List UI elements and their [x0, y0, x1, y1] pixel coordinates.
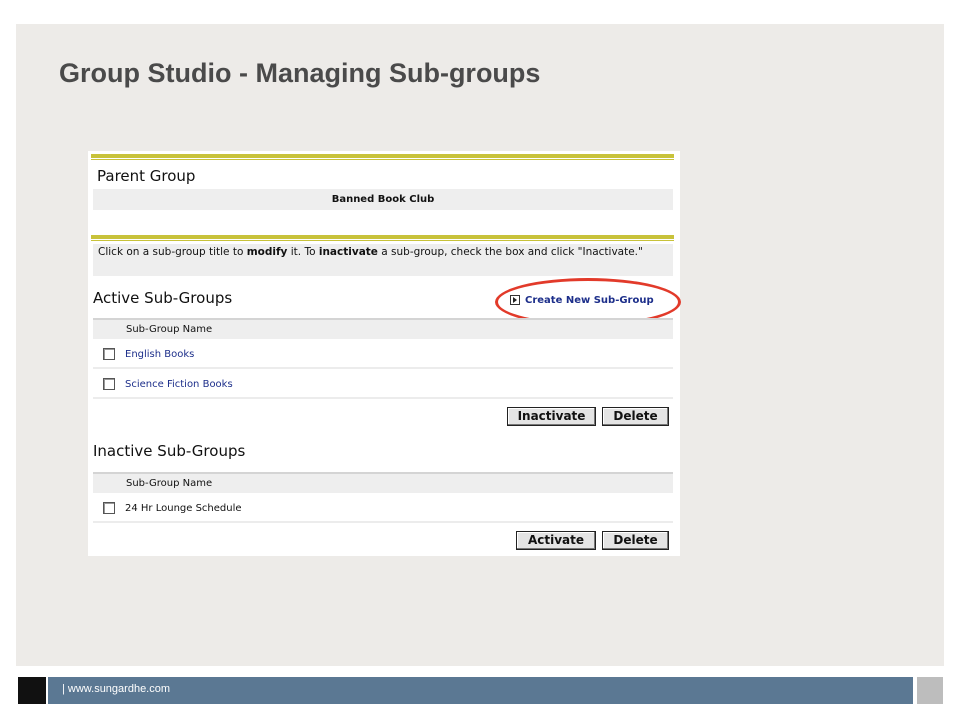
footer-block-right — [917, 677, 943, 704]
parent-group-label: Parent Group — [97, 167, 196, 185]
instructions-text-3: a sub-group, check the box and click "In… — [377, 246, 643, 258]
instructions-inactivate: inactivate — [318, 246, 378, 258]
top-rule — [91, 154, 674, 158]
active-subgroups-heading: Active Sub-Groups — [93, 289, 233, 307]
row-checkbox[interactable] — [103, 378, 115, 390]
inactivate-button[interactable]: Inactivate — [507, 407, 596, 426]
row-checkbox[interactable] — [103, 502, 115, 514]
top-rule-thin — [91, 159, 674, 160]
instructions: Click on a sub-group title to modify it.… — [93, 244, 673, 276]
subgroup-name: 24 Hr Lounge Schedule — [125, 502, 242, 514]
instructions-text-2: it. To — [287, 246, 319, 258]
inactive-column-header: Sub-Group Name — [93, 472, 673, 493]
slide-title: Group Studio - Managing Sub-groups — [59, 58, 541, 88]
create-new-subgroup-label: Create New Sub-Group — [525, 294, 654, 306]
subgroup-link[interactable]: English Books — [125, 349, 194, 360]
delete-active-button[interactable]: Delete — [602, 407, 669, 426]
subgroup-link[interactable]: Science Fiction Books — [125, 379, 233, 390]
instructions-text-1: Click on a sub-group title to — [98, 246, 247, 258]
activate-button[interactable]: Activate — [516, 531, 596, 550]
footer-url: | www.sungardhe.com — [62, 683, 171, 695]
active-column-header: Sub-Group Name — [93, 318, 673, 339]
footer-bar — [48, 677, 913, 704]
create-new-subgroup-link[interactable]: Create New Sub-Group — [510, 293, 654, 307]
middle-rule — [91, 235, 674, 239]
inactive-subgroups-heading: Inactive Sub-Groups — [93, 442, 246, 460]
delete-inactive-button[interactable]: Delete — [602, 531, 669, 550]
row-checkbox[interactable] — [103, 348, 115, 360]
parent-group-name: Banned Book Club — [93, 189, 673, 210]
instructions-modify: modify — [246, 246, 288, 258]
sub-groups-panel: Parent Group Banned Book Club Click on a… — [88, 151, 681, 556]
table-row: Science Fiction Books — [93, 371, 673, 399]
table-row: English Books — [93, 341, 673, 369]
footer-block-left — [18, 677, 46, 704]
table-row: 24 Hr Lounge Schedule — [93, 495, 673, 523]
arrow-right-icon — [510, 295, 520, 305]
middle-rule-thin — [91, 240, 674, 241]
